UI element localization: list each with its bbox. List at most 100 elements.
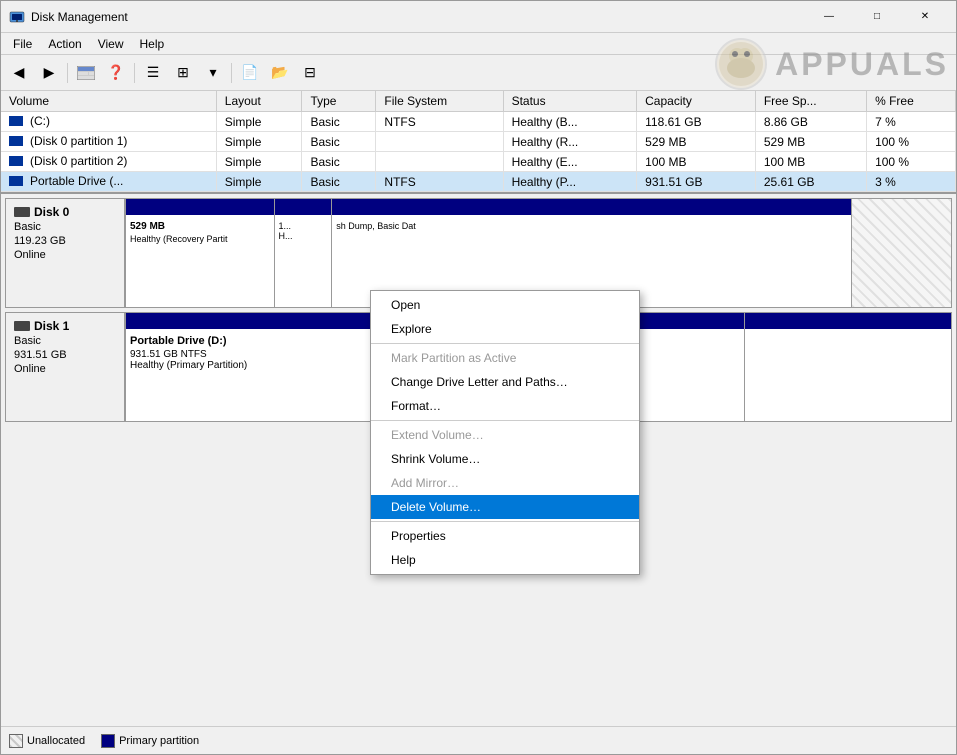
list-view-button[interactable]: ☰: [139, 59, 167, 87]
table-cell: 118.61 GB: [637, 112, 756, 132]
table-cell: Healthy (P...: [503, 172, 637, 192]
disk-0-status: Online: [14, 249, 116, 261]
table-cell: 100 %: [867, 132, 956, 152]
table-cell: 100 MB: [755, 152, 866, 172]
disk-table: Volume Layout Type File System Status Ca…: [1, 91, 956, 192]
disk-1-type: Basic: [14, 335, 116, 347]
disk-1-info: Disk 1 Basic 931.51 GB Online: [6, 313, 126, 421]
menu-view[interactable]: View: [90, 35, 132, 53]
legend-primary-box: [101, 734, 115, 748]
help-button[interactable]: ❓: [102, 59, 130, 87]
legend-bar: Unallocated Primary partition: [1, 726, 956, 754]
col-pct[interactable]: % Free: [867, 91, 956, 112]
disk-0-partition-efi[interactable]: 1... H...: [275, 199, 333, 307]
detail-view-button[interactable]: ⊞: [169, 59, 197, 87]
context-menu-separator: [371, 343, 639, 344]
disk-map-button[interactable]: [72, 59, 100, 87]
table-row[interactable]: (Disk 0 partition 2)SimpleBasicHealthy (…: [1, 152, 956, 172]
table-cell: [376, 152, 503, 172]
context-menu-item[interactable]: Shrink Volume…: [371, 447, 639, 471]
maximize-button[interactable]: □: [854, 2, 900, 32]
col-type[interactable]: Type: [302, 91, 376, 112]
legend-primary: Primary partition: [101, 734, 199, 748]
col-capacity[interactable]: Capacity: [637, 91, 756, 112]
table-cell: 8.86 GB: [755, 112, 866, 132]
legend-primary-label: Primary partition: [119, 735, 199, 747]
disk-0-partition-recovery[interactable]: 529 MB Healthy (Recovery Partit: [126, 199, 275, 307]
context-menu-item[interactable]: Change Drive Letter and Paths…: [371, 370, 639, 394]
context-menu-item[interactable]: Explore: [371, 317, 639, 341]
col-layout[interactable]: Layout: [216, 91, 302, 112]
dropdown-button[interactable]: ▾: [199, 59, 227, 87]
disk-0-type: Basic: [14, 221, 116, 233]
col-filesystem[interactable]: File System: [376, 91, 503, 112]
disk-1-name: Disk 1: [34, 319, 69, 333]
table-cell: NTFS: [376, 112, 503, 132]
table-cell: 931.51 GB: [637, 172, 756, 192]
context-menu-separator: [371, 521, 639, 522]
logo-text: APPUALS: [775, 46, 949, 83]
legend-unallocated: Unallocated: [9, 734, 85, 748]
context-menu-item[interactable]: Open: [371, 293, 639, 317]
context-menu-item[interactable]: Format…: [371, 394, 639, 418]
table-cell: Healthy (B...: [503, 112, 637, 132]
disk-0-size: 119.23 GB: [14, 235, 116, 247]
toolbar-sep-2: [134, 63, 135, 83]
table-cell: Simple: [216, 172, 302, 192]
table-cell: Basic: [302, 152, 376, 172]
context-menu-item[interactable]: Properties: [371, 524, 639, 548]
table-cell: Healthy (R...: [503, 132, 637, 152]
table-cell: 7 %: [867, 112, 956, 132]
table-row[interactable]: (C:)SimpleBasicNTFSHealthy (B...118.61 G…: [1, 112, 956, 132]
legend-unallocated-box: [9, 734, 23, 748]
open-button[interactable]: 📂: [266, 59, 294, 87]
context-menu: OpenExplore Mark Partition as ActiveChang…: [370, 290, 640, 575]
context-menu-item[interactable]: Help: [371, 548, 639, 572]
table-cell: Healthy (E...: [503, 152, 637, 172]
forward-button[interactable]: ▶: [35, 59, 63, 87]
disk-1-status: Online: [14, 363, 116, 375]
table-cell: Portable Drive (...: [1, 172, 216, 192]
context-menu-item: Add Mirror…: [371, 471, 639, 495]
menu-help[interactable]: Help: [132, 35, 173, 53]
table-row[interactable]: Portable Drive (...SimpleBasicNTFSHealth…: [1, 172, 956, 192]
close-button[interactable]: ✕: [902, 2, 948, 32]
disk-1-partition-end: [745, 313, 951, 421]
new-button[interactable]: 📄: [236, 59, 264, 87]
title-bar: Disk Management — □ ✕: [1, 1, 956, 33]
table-cell: Simple: [216, 112, 302, 132]
context-menu-item: Mark Partition as Active: [371, 346, 639, 370]
col-status[interactable]: Status: [503, 91, 637, 112]
back-button[interactable]: ◀: [5, 59, 33, 87]
grid-button[interactable]: ⊟: [296, 59, 324, 87]
table-cell: 25.61 GB: [755, 172, 866, 192]
table-cell: 100 %: [867, 152, 956, 172]
menu-action[interactable]: Action: [40, 35, 89, 53]
toolbar-sep-1: [67, 63, 68, 83]
table-cell: (C:): [1, 112, 216, 132]
table-cell: Basic: [302, 112, 376, 132]
table-cell: [376, 132, 503, 152]
table-cell: 529 MB: [637, 132, 756, 152]
title-icon: [9, 9, 25, 25]
col-volume[interactable]: Volume: [1, 91, 216, 112]
menu-file[interactable]: File: [5, 35, 40, 53]
table-row[interactable]: (Disk 0 partition 1)SimpleBasic Healthy (…: [1, 132, 956, 152]
title-bar-buttons: — □ ✕: [806, 2, 948, 32]
disk-table-section: Volume Layout Type File System Status Ca…: [1, 91, 956, 194]
table-cell: Simple: [216, 132, 302, 152]
table-cell: Basic: [302, 132, 376, 152]
legend-unallocated-label: Unallocated: [27, 735, 85, 747]
table-cell: (Disk 0 partition 2): [1, 152, 216, 172]
context-menu-item: Extend Volume…: [371, 423, 639, 447]
context-menu-item[interactable]: Delete Volume…: [371, 495, 639, 519]
table-cell: 529 MB: [755, 132, 866, 152]
minimize-button[interactable]: —: [806, 2, 852, 32]
main-window: Disk Management — □ ✕ APPUALS File Actio…: [0, 0, 957, 755]
window-title: Disk Management: [31, 10, 806, 24]
table-cell: (Disk 0 partition 1): [1, 132, 216, 152]
col-free[interactable]: Free Sp...: [755, 91, 866, 112]
toolbar-sep-3: [231, 63, 232, 83]
table-cell: 3 %: [867, 172, 956, 192]
table-cell: NTFS: [376, 172, 503, 192]
